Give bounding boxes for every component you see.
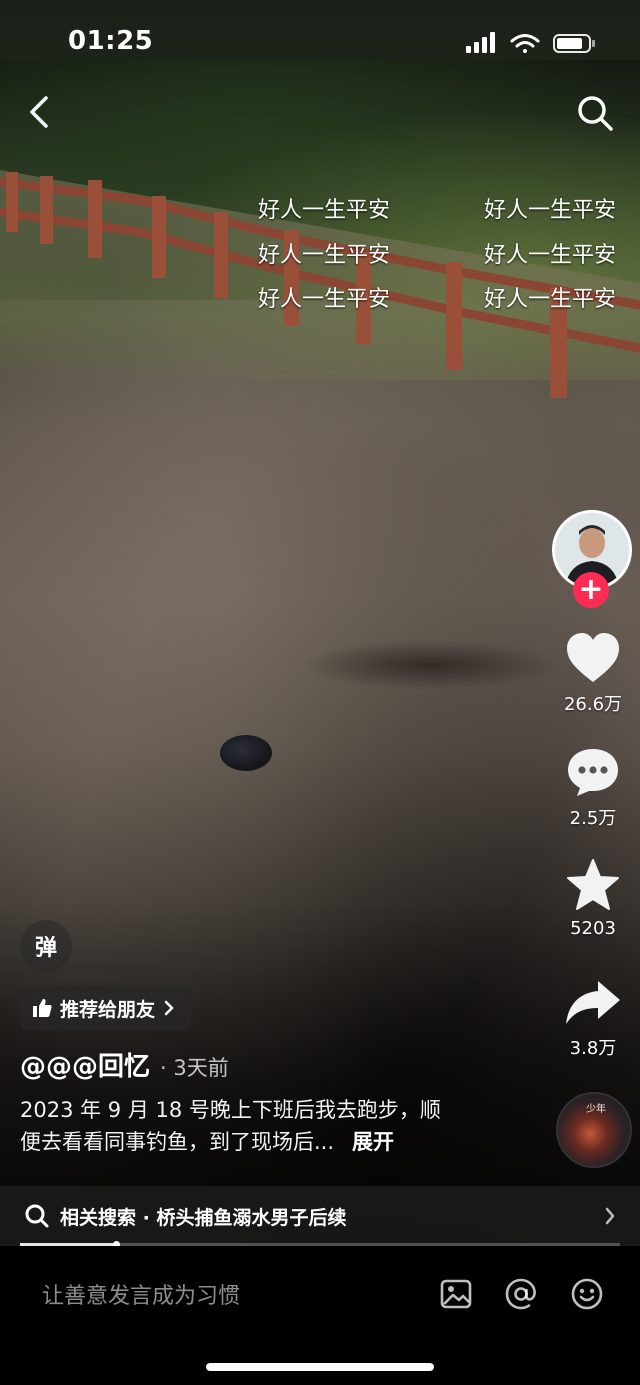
danmaku-item: 好人一生平安: [484, 198, 617, 223]
author-line: @@@回忆 · 3天前: [20, 1046, 229, 1083]
danmaku-toggle-button[interactable]: 弹: [20, 920, 72, 972]
follow-plus-button[interactable]: +: [573, 572, 609, 608]
favorite-button[interactable]: 5203: [550, 858, 636, 939]
share-count: 3.8万: [569, 1038, 617, 1059]
floating-object: [220, 735, 272, 771]
signal-icon: [466, 32, 495, 53]
image-icon[interactable]: [438, 1276, 474, 1312]
comment-input[interactable]: [40, 1280, 424, 1312]
share-icon: [566, 981, 620, 1024]
expand-caption-button[interactable]: 展开: [352, 1130, 394, 1154]
video-caption[interactable]: 2023 年 9 月 18 号晚上下班后我去跑步，顺 便去看看同事钓鱼，到了现场…: [20, 1094, 490, 1158]
like-heart-icon: [567, 633, 619, 682]
chevron-right-icon: [164, 1000, 174, 1016]
thumbs-up-icon: [33, 999, 52, 1017]
comment-count: 2.5万: [569, 808, 617, 829]
wifi-icon: [510, 34, 540, 53]
favorite-star-icon: [567, 859, 619, 910]
like-button[interactable]: 26.6万: [550, 632, 636, 716]
caption-line-2-wrap: 便去看看同事钓鱼，到了现场后... 展开: [20, 1126, 490, 1158]
danmaku-item: 好人一生平安: [484, 243, 617, 268]
caption-line-1: 2023 年 9 月 18 号晚上下班后我去跑步，顺: [20, 1098, 441, 1122]
danmaku-item: 好人一生平安: [484, 287, 617, 312]
search-icon[interactable]: [574, 92, 616, 134]
comment-button[interactable]: 2.5万: [550, 746, 636, 830]
search-icon: [25, 1204, 49, 1228]
post-time: · 3天前: [160, 1056, 229, 1080]
danmaku-toggle-label: 弹: [34, 936, 57, 961]
at-icon[interactable]: [503, 1276, 539, 1312]
danmaku-item: 好人一生平安: [258, 287, 391, 312]
water-reflection: [300, 640, 560, 690]
home-indicator[interactable]: [206, 1363, 434, 1371]
battery-icon: [553, 34, 595, 53]
related-search-bar[interactable]: 相关搜索 · 桥头捕鱼溺水男子后续: [0, 1186, 640, 1246]
share-button[interactable]: 3.8万: [550, 978, 636, 1060]
recommend-label: 推荐给朋友: [60, 998, 156, 1021]
chevron-right-icon: [605, 1207, 615, 1225]
author-avatar-group: +: [552, 510, 632, 608]
music-disc[interactable]: 少年: [556, 1092, 632, 1168]
danmaku-item: 好人一生平安: [258, 198, 391, 223]
like-count: 26.6万: [563, 694, 623, 715]
status-icons: [466, 32, 595, 53]
favorite-count: 5203: [570, 918, 616, 939]
emoji-icon[interactable]: [569, 1276, 605, 1312]
music-disc-label: 少年: [586, 1104, 606, 1115]
comment-icon: [568, 749, 618, 796]
related-search-text: 相关搜索 · 桥头捕鱼溺水男子后续: [60, 1206, 347, 1229]
caption-line-2: 便去看看同事钓鱼，到了现场后...: [20, 1130, 335, 1154]
status-time: 01:25: [68, 26, 154, 56]
recommend-to-friends-button[interactable]: 推荐给朋友: [20, 986, 192, 1030]
author-name[interactable]: @@@回忆: [20, 1046, 150, 1083]
back-icon[interactable]: [22, 92, 58, 132]
danmaku-item: 好人一生平安: [258, 243, 391, 268]
